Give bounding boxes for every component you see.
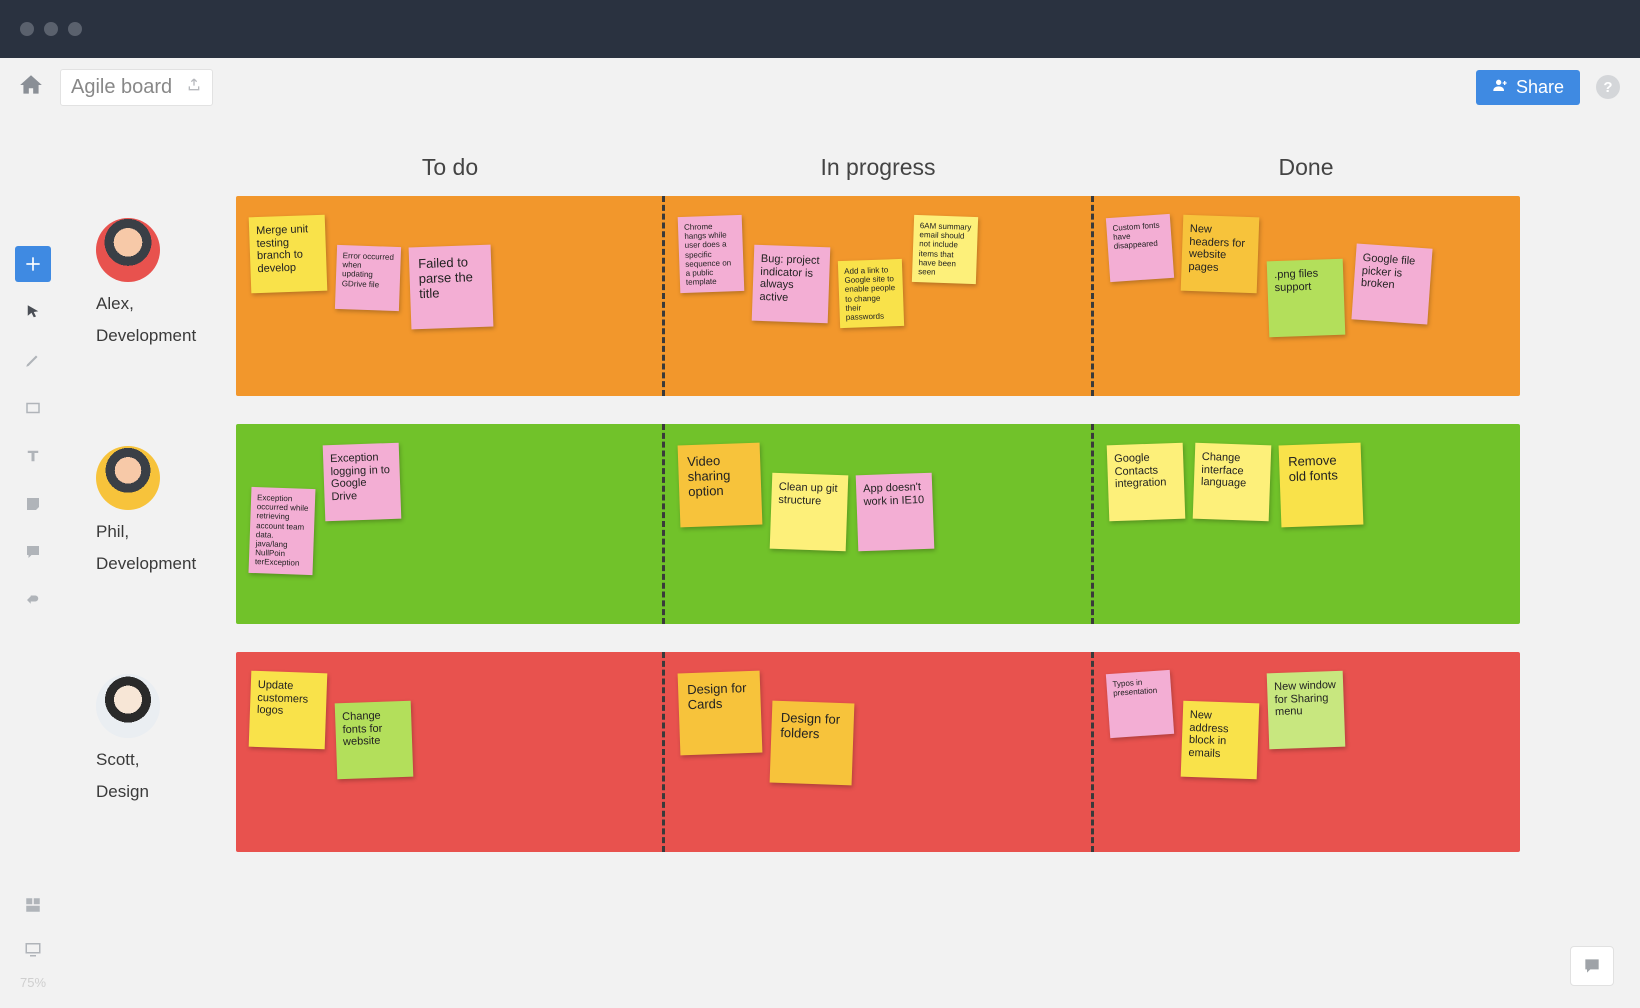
lane-scott: Scott,DesignUpdate customers logosChange… (96, 652, 1520, 852)
sticky-note[interactable]: Bug: project indicator is always active (752, 245, 831, 324)
canvas[interactable]: To do In progress Done Alex,DevelopmentM… (66, 116, 1640, 1008)
column-header-done: Done (1092, 154, 1520, 181)
help-button[interactable]: ? (1596, 75, 1620, 99)
sticky-note[interactable]: Change fonts for website (335, 701, 414, 780)
avatar[interactable] (96, 218, 160, 282)
sticky-note[interactable]: .png files support (1267, 259, 1346, 338)
app-window: Agile board Share ? (0, 0, 1640, 1008)
sticky-note[interactable]: Change interface language (1193, 443, 1272, 522)
lane-phil: Phil, Development Exception occurred while… (96, 424, 1520, 624)
tool-text[interactable] (15, 438, 51, 474)
tool-undo[interactable] (15, 582, 51, 618)
avatar[interactable] (96, 674, 160, 738)
left-toolbar: 75% (0, 116, 66, 1008)
window-titlebar (0, 0, 1640, 58)
assignee-name: Alex, (96, 294, 236, 314)
lane-column-done[interactable]: Typos in presentationNew address block i… (1091, 652, 1520, 852)
lane-body: Merge unit testing branch to developErro… (236, 196, 1520, 396)
column-header-todo: To do (236, 154, 664, 181)
traffic-light-minimize[interactable] (44, 22, 58, 36)
tool-frames[interactable] (15, 887, 51, 923)
sticky-note[interactable]: App doesn't work in IE10 (856, 473, 935, 552)
undo-icon (24, 591, 42, 609)
sticky-note[interactable]: Exception occurred while retrieving acco… (249, 487, 316, 575)
sticky-note[interactable]: 6AM summary email should not include ite… (912, 215, 978, 284)
lane-body: Exception occurred while retrieving acco… (236, 424, 1520, 624)
swimlanes: Alex,DevelopmentMerge unit testing branc… (96, 196, 1520, 880)
sticky-note[interactable]: New headers for website pages (1181, 215, 1260, 294)
lane-assignee: Phil, Development (96, 424, 236, 624)
tool-comment[interactable] (15, 534, 51, 570)
sticky-note[interactable]: Design for Cards (678, 671, 763, 756)
comment-icon (24, 543, 42, 561)
sticky-note[interactable]: New address block in emails (1181, 701, 1260, 780)
share-button-label: Share (1516, 77, 1564, 98)
sticky-note[interactable]: Custom fonts have disappeared (1106, 214, 1174, 282)
cursor-icon (24, 303, 42, 321)
sticky-note[interactable]: Error occurred when updating GDrive file (335, 245, 401, 311)
lane-column-todo[interactable]: Exception occurred while retrieving acco… (236, 424, 662, 624)
tool-add[interactable] (15, 246, 51, 282)
lane-column-in_progress[interactable]: Chrome hangs while user does a specific … (662, 196, 1091, 396)
sticky-note[interactable]: Add a link to Google site to enable peop… (838, 259, 904, 328)
lane-assignee: Alex, Development (96, 196, 236, 396)
avatar[interactable] (96, 446, 160, 510)
export-icon[interactable] (186, 76, 202, 99)
top-bar: Agile board Share ? (0, 58, 1640, 116)
sticky-note[interactable]: Typos in presentation (1106, 670, 1174, 738)
board-title: Agile board (71, 76, 172, 99)
workspace: 75% To do In progress Done Alex, Developm… (0, 116, 1640, 1008)
sticky-note[interactable]: Failed to parse the title (409, 245, 494, 330)
traffic-light-zoom[interactable] (68, 22, 82, 36)
board-title-card[interactable]: Agile board (60, 69, 213, 106)
lane-assignee: Scott, Design (96, 652, 236, 852)
tool-shape[interactable] (15, 390, 51, 426)
sticky-note[interactable]: Google file picker is broken (1351, 243, 1432, 324)
tool-sticky[interactable] (15, 486, 51, 522)
home-icon[interactable] (18, 72, 44, 103)
layout-icon (24, 896, 42, 914)
lane-column-done[interactable]: Custom fonts have disappearedNew headers… (1091, 196, 1520, 396)
traffic-light-close[interactable] (20, 22, 34, 36)
share-button[interactable]: Share (1476, 70, 1580, 105)
lane-body: Update customers logosChange fonts for w… (236, 652, 1520, 852)
text-icon (24, 447, 42, 465)
lane-column-done[interactable]: Google Contacts integrationChange interf… (1091, 424, 1520, 624)
rectangle-icon (24, 399, 42, 417)
toolbar-bottom: 75% (15, 887, 51, 990)
sticky-icon (24, 495, 42, 513)
pencil-icon (24, 351, 42, 369)
screen-icon (24, 940, 42, 958)
sticky-note[interactable]: New window for Sharing menu (1267, 671, 1346, 750)
sticky-note[interactable]: Chrome hangs while user does a specific … (678, 215, 745, 293)
column-header-in-progress: In progress (664, 154, 1092, 181)
sticky-note[interactable]: Clean up git structure (770, 473, 849, 552)
lane-alex: Alex,DevelopmentMerge unit testing branc… (96, 196, 1520, 396)
sticky-note[interactable]: Video sharing option (678, 443, 763, 528)
tool-present[interactable] (15, 931, 51, 967)
sticky-note[interactable]: Merge unit testing branch to develop (249, 215, 328, 294)
lane-column-todo[interactable]: Merge unit testing branch to developErro… (236, 196, 662, 396)
sticky-note[interactable]: Design for folders (770, 701, 855, 786)
chat-icon (1582, 956, 1602, 976)
sticky-note[interactable]: Remove old fonts (1279, 443, 1364, 528)
assignee-role: Design (96, 782, 236, 802)
sticky-note[interactable]: Google Contacts integration (1107, 443, 1186, 522)
tool-select[interactable] (15, 294, 51, 330)
assignee-role: Development (96, 326, 236, 346)
assignee-role: Development (96, 554, 236, 574)
zoom-level[interactable]: 75% (20, 975, 46, 990)
sticky-note[interactable]: Update customers logos (249, 671, 328, 750)
tool-pen[interactable] (15, 342, 51, 378)
plus-icon (23, 254, 43, 274)
person-add-icon (1492, 77, 1508, 98)
sticky-note[interactable]: Exception logging in to Google Drive (323, 443, 402, 522)
column-headers: To do In progress Done (236, 154, 1520, 181)
lane-column-in_progress[interactable]: Video sharing optionClean up git structu… (662, 424, 1091, 624)
lane-column-in_progress[interactable]: Design for CardsDesign for folders (662, 652, 1091, 852)
lane-column-todo[interactable]: Update customers logosChange fonts for w… (236, 652, 662, 852)
assignee-name: Phil, (96, 522, 236, 542)
assignee-name: Scott, (96, 750, 236, 770)
chat-button[interactable] (1570, 946, 1614, 986)
